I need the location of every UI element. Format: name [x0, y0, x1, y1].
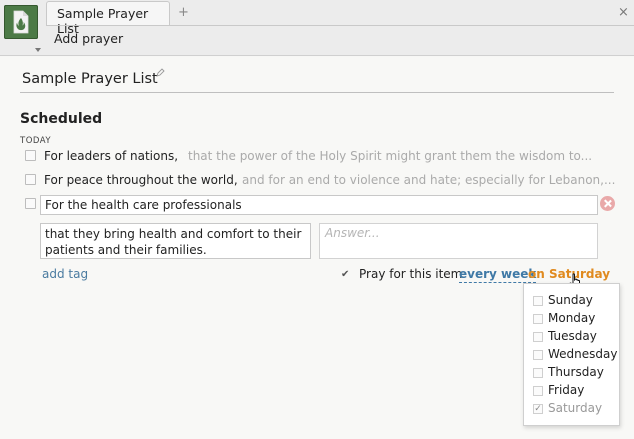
prayer-checkbox[interactable]: [25, 198, 36, 209]
prayer-list-panel: Sample Prayer List Scheduled TODAY For l…: [0, 57, 634, 439]
weekday-checkbox[interactable]: [533, 332, 543, 342]
weekday-checkbox[interactable]: [533, 314, 543, 324]
add-prayer-button[interactable]: Add prayer: [54, 31, 123, 46]
prayer-checkbox[interactable]: [25, 150, 36, 161]
prayer-title-input[interactable]: For the health care professionals: [40, 195, 598, 215]
weekday-option-monday[interactable]: Monday: [524, 310, 621, 328]
prayer-title[interactable]: For peace throughout the world,: [44, 173, 238, 187]
group-label: TODAY: [20, 136, 52, 146]
title-underline: [20, 92, 614, 93]
section-title: Scheduled: [20, 111, 103, 127]
tab-sample-prayer-list[interactable]: Sample Prayer List: [46, 1, 170, 36]
prayer-checkbox[interactable]: [25, 174, 36, 185]
close-icon[interactable]: ×: [618, 5, 629, 20]
edit-pencil-icon[interactable]: [156, 68, 165, 80]
weekday-dropdown: Sunday Monday Tuesday Wednesday Thursday…: [523, 283, 620, 426]
weekday-label: Thursday: [548, 365, 604, 379]
weekday-option-thursday[interactable]: Thursday: [524, 364, 621, 382]
remove-icon[interactable]: [600, 196, 615, 211]
weekday-label: Monday: [548, 311, 596, 325]
weekday-label: Sunday: [548, 293, 593, 307]
top-toolbar: Sample Prayer List + × Add prayer: [0, 0, 634, 56]
add-tag-link[interactable]: add tag: [42, 267, 88, 281]
list-title: Sample Prayer List: [22, 71, 158, 87]
answer-input[interactable]: Answer...: [319, 223, 598, 259]
tab-divider: [46, 25, 634, 26]
app-logo-icon: [4, 5, 38, 39]
schedule-checkbox[interactable]: ✔: [341, 269, 349, 280]
weekday-checkbox[interactable]: [533, 368, 543, 378]
weekday-checkbox[interactable]: [533, 386, 543, 396]
prayer-title-value: For the health care professionals: [45, 198, 242, 212]
chevron-down-icon: [35, 48, 41, 52]
weekday-label: Friday: [548, 383, 585, 397]
add-tab-icon[interactable]: +: [178, 5, 189, 20]
weekday-option-sunday[interactable]: Sunday: [524, 292, 621, 310]
weekday-label: Wednesday: [548, 347, 618, 361]
prayer-description-input[interactable]: that they bring health and comfort to th…: [40, 223, 311, 259]
schedule-frequency-link[interactable]: every week: [459, 267, 537, 283]
weekday-checkbox[interactable]: [533, 350, 543, 360]
weekday-checkbox[interactable]: [533, 296, 543, 306]
weekday-label: Tuesday: [548, 329, 597, 343]
weekday-option-wednesday[interactable]: Wednesday: [524, 346, 621, 364]
prayer-title[interactable]: For leaders of nations,: [44, 149, 178, 163]
weekday-option-saturday[interactable]: ✓ Saturday: [524, 400, 621, 418]
schedule-label: Pray for this item: [359, 267, 463, 281]
prayer-description[interactable]: and for an end to violence and hate; esp…: [242, 173, 615, 187]
prayer-description[interactable]: that the power of the Holy Spirit might …: [188, 149, 592, 163]
answer-placeholder: Answer...: [325, 226, 380, 240]
weekday-checkbox[interactable]: ✓: [533, 404, 543, 414]
app-menu-button[interactable]: [4, 5, 41, 52]
weekday-option-tuesday[interactable]: Tuesday: [524, 328, 621, 346]
weekday-label: Saturday: [548, 401, 603, 415]
weekday-option-friday[interactable]: Friday: [524, 382, 621, 400]
